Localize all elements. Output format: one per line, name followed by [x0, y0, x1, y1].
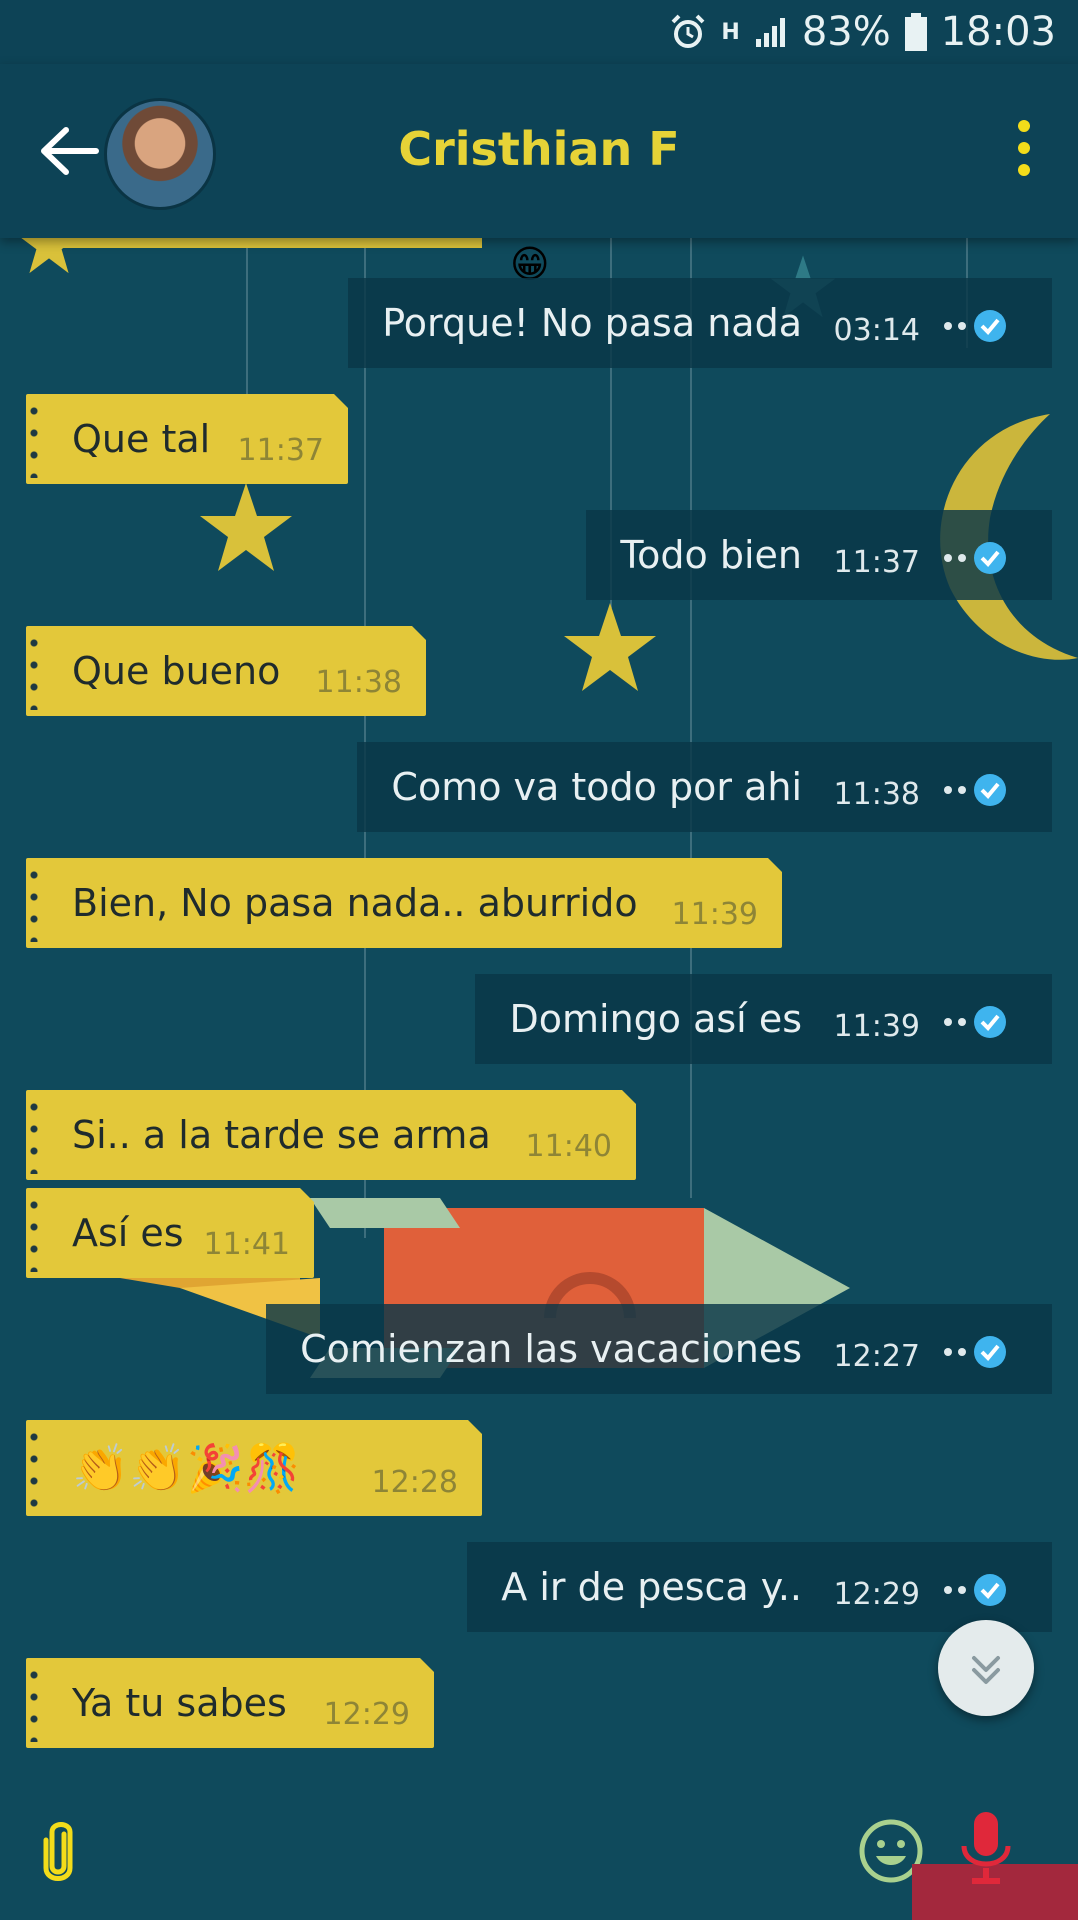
- read-receipt-icon: [944, 1006, 1006, 1038]
- message-incoming[interactable]: Ya tu sabes 12:29: [26, 1658, 434, 1748]
- message-time: 11:40: [525, 1129, 612, 1164]
- message-incoming[interactable]: Que tal 11:37: [26, 394, 348, 484]
- message-text: 👏👏🎉🎊: [72, 1440, 302, 1495]
- paper-star-decoration: [564, 603, 656, 691]
- message-time: 11:39: [833, 1009, 920, 1044]
- read-receipt-icon: [944, 774, 1006, 806]
- message-outgoing[interactable]: Todo bien 11:37: [586, 510, 1052, 600]
- network-type-label: H: [721, 19, 740, 45]
- read-receipt-icon: [944, 542, 1006, 574]
- clock-time: 18:03: [940, 9, 1056, 55]
- message-time: 11:37: [833, 545, 920, 580]
- scroll-to-bottom-button[interactable]: [938, 1620, 1034, 1716]
- paper-strip-decoration: [60, 238, 482, 248]
- composer-bar: [0, 1790, 1078, 1920]
- message-time: 11:41: [203, 1227, 290, 1262]
- message-incoming[interactable]: Que bueno 11:38: [26, 626, 426, 716]
- message-outgoing[interactable]: Domingo así es 11:39: [475, 974, 1052, 1064]
- message-outgoing[interactable]: Porque! No pasa nada 03:14: [348, 278, 1052, 368]
- contact-name[interactable]: Cristhian F: [0, 122, 1078, 176]
- vertical-dots-icon[interactable]: [1014, 120, 1034, 180]
- message-time: 12:28: [371, 1465, 458, 1500]
- message-text: Si.. a la tarde se arma: [72, 1113, 491, 1157]
- message-text: Porque! No pasa nada: [382, 301, 802, 345]
- message-time: 12:27: [833, 1339, 920, 1374]
- message-incoming[interactable]: Si.. a la tarde se arma 11:40: [26, 1090, 636, 1180]
- message-list[interactable]: 😁 Porque! No pasa nada 03:14 Que tal 11:…: [0, 238, 1078, 1790]
- read-receipt-icon: [944, 1574, 1006, 1606]
- battery-percent: 83%: [801, 9, 891, 55]
- message-text: Bien, No pasa nada.. aburrido: [72, 881, 638, 925]
- microphone-icon[interactable]: [958, 1810, 1014, 1888]
- paperclip-icon[interactable]: [34, 1820, 82, 1886]
- message-outgoing[interactable]: Como va todo por ahi 11:38: [357, 742, 1052, 832]
- message-time: 03:14: [833, 313, 920, 348]
- message-text: A ir de pesca y..: [501, 1565, 802, 1609]
- status-bar: H 83% 18:03: [0, 0, 1078, 64]
- message-time: 12:29: [833, 1577, 920, 1612]
- message-incoming[interactable]: Así es 11:41: [26, 1188, 314, 1278]
- message-outgoing[interactable]: Comienzan las vacaciones 12:27: [266, 1304, 1052, 1394]
- message-text: Todo bien: [620, 533, 802, 577]
- battery-icon: [904, 13, 927, 51]
- message-time: 11:38: [315, 665, 402, 700]
- chat-header: Cristhian F: [0, 64, 1078, 238]
- paper-star-decoration: [200, 483, 292, 571]
- read-receipt-icon: [944, 1336, 1006, 1368]
- cell-signal-icon: [755, 18, 785, 47]
- message-text: Ya tu sabes: [72, 1681, 287, 1725]
- paper-rocket-decoration: [120, 1198, 850, 1378]
- message-time: 11:37: [237, 433, 324, 468]
- message-time: 12:29: [323, 1697, 410, 1732]
- message-text: Así es: [72, 1211, 184, 1255]
- message-incoming[interactable]: 👏👏🎉🎊 12:28: [26, 1420, 482, 1516]
- message-text: Que bueno: [72, 649, 281, 693]
- message-time: 11:38: [833, 777, 920, 812]
- double-chevron-down-icon: [972, 1656, 1000, 1684]
- read-receipt-icon: [944, 310, 1006, 342]
- message-text: Domingo así es: [509, 997, 802, 1041]
- message-incoming[interactable]: Bien, No pasa nada.. aburrido 11:39: [26, 858, 782, 948]
- message-outgoing[interactable]: A ir de pesca y.. 12:29: [467, 1542, 1052, 1632]
- message-time: 11:39: [671, 897, 758, 932]
- hanging-thread: [364, 238, 366, 1238]
- message-text: Como va todo por ahi: [391, 765, 802, 809]
- message-text: Comienzan las vacaciones: [300, 1327, 802, 1371]
- message-text: Que tal: [72, 417, 211, 461]
- alarm-clock-icon: [671, 14, 705, 48]
